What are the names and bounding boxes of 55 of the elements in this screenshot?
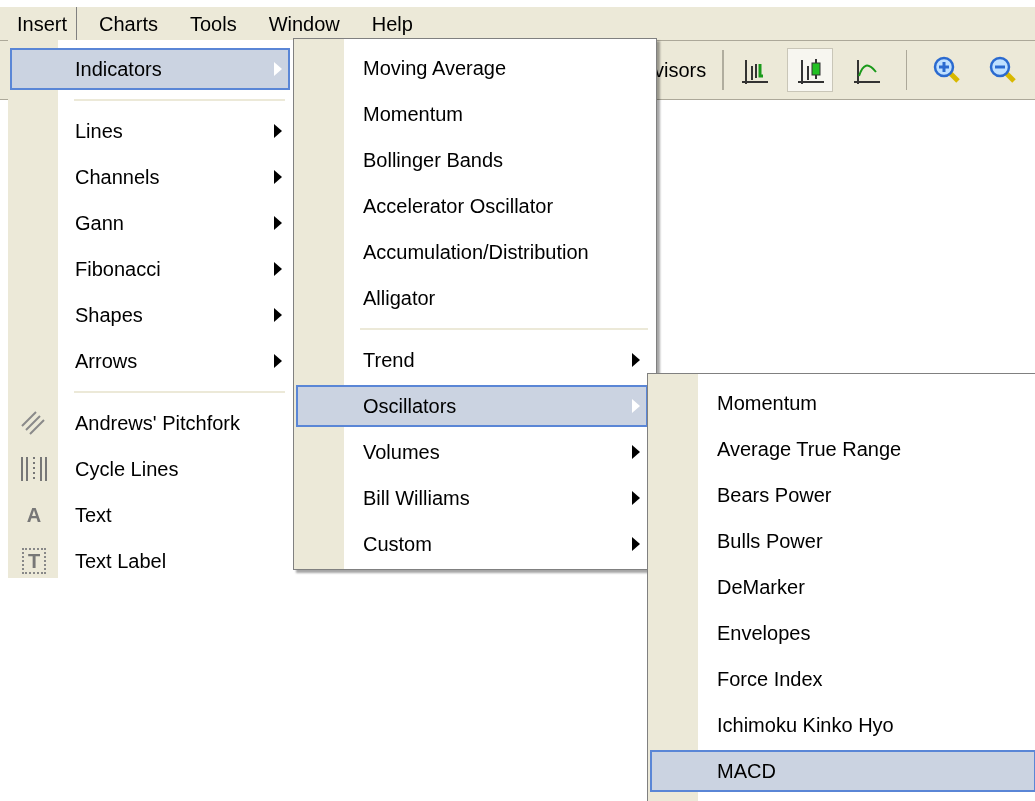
- menu-bar-item[interactable]: Help: [355, 7, 429, 40]
- submenu-arrow-icon: [632, 445, 640, 459]
- menu-item[interactable]: Channels: [10, 156, 290, 198]
- submenu-arrow-icon: [632, 537, 640, 551]
- menu-item[interactable]: Average True Range: [650, 428, 1035, 470]
- zoom-in-icon: [933, 56, 962, 84]
- menu-item[interactable]: MACD: [650, 750, 1035, 792]
- menu-item[interactable]: Alligator: [296, 277, 648, 319]
- menu-bar-item[interactable]: Tools: [173, 7, 253, 40]
- text-icon: A: [22, 502, 46, 528]
- submenu-arrow-icon: [274, 354, 282, 368]
- menu-item[interactable]: Andrews' Pitchfork: [10, 402, 290, 444]
- menu-item[interactable]: Ichimoku Kinko Hyo: [650, 704, 1035, 746]
- menu-item[interactable]: Cycle Lines: [10, 448, 290, 490]
- menu-item[interactable]: Custom: [296, 523, 648, 565]
- menu-item[interactable]: Moving Average: [296, 47, 648, 89]
- menu-item[interactable]: Gann: [10, 202, 290, 244]
- cycle-lines-icon: [18, 454, 48, 484]
- menu-item[interactable]: Indicators: [10, 48, 290, 90]
- candlestick-chart-icon: [796, 56, 825, 84]
- menu-item[interactable]: Envelopes: [650, 612, 1035, 654]
- toolbar-button[interactable]: [787, 48, 834, 92]
- menu-item[interactable]: Momentum: [296, 93, 648, 135]
- menu-item[interactable]: Bulls Power: [650, 520, 1035, 562]
- menu-item[interactable]: A Text: [10, 494, 290, 536]
- menu-item[interactable]: Accelerator Oscillator: [296, 185, 648, 227]
- menu-item[interactable]: Bollinger Bands: [296, 139, 648, 181]
- menu-item[interactable]: Bill Williams: [296, 477, 648, 519]
- submenu-arrow-icon: [274, 262, 282, 276]
- menu-item[interactable]: Arrows: [10, 340, 290, 382]
- submenu-arrow-icon: [274, 170, 282, 184]
- menu-bar-item[interactable]: Charts: [83, 7, 174, 40]
- menu-item[interactable]: Force Index: [650, 658, 1035, 700]
- menu-item[interactable]: Trend: [296, 339, 648, 381]
- menu-item[interactable]: Fibonacci: [10, 248, 290, 290]
- submenu-arrow-icon: [274, 308, 282, 322]
- submenu-arrow-icon: [632, 491, 640, 505]
- submenu-arrow-icon: [274, 124, 282, 138]
- menu-item[interactable]: Lines: [10, 110, 290, 152]
- menu-item[interactable]: Oscillators: [296, 385, 648, 427]
- zoom-out-icon: [989, 56, 1018, 84]
- menu-item[interactable]: T Text Label: [10, 540, 290, 578]
- menu-item[interactable]: Bears Power: [650, 474, 1035, 516]
- menu-item[interactable]: Volumes: [296, 431, 648, 473]
- menu-bar-item[interactable]: Window: [252, 7, 356, 40]
- submenu-arrow-icon: [632, 399, 640, 413]
- submenu-arrow-icon: [274, 216, 282, 230]
- submenu-arrow-icon: [632, 353, 640, 367]
- menu-item[interactable]: Shapes: [10, 294, 290, 336]
- menu-item[interactable]: DeMarker: [650, 566, 1035, 608]
- menu-item[interactable]: Accumulation/Distribution: [296, 231, 648, 273]
- menu-item[interactable]: Momentum: [650, 382, 1035, 424]
- toolbar-label: visors: [654, 58, 707, 83]
- text-label-icon: T: [22, 548, 46, 574]
- submenu-arrow-icon: [274, 62, 282, 76]
